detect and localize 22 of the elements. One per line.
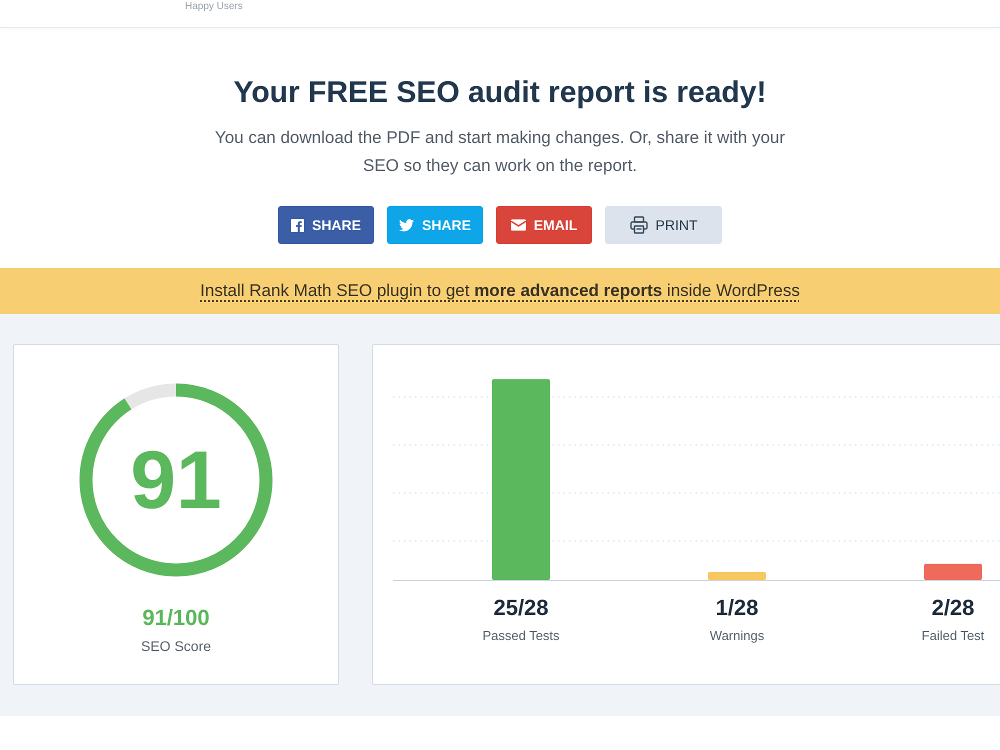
stat-value: 2/28 [932,594,974,622]
stat-label: Warnings [710,627,764,645]
envelope-icon [510,219,526,231]
chart-bar [708,572,766,580]
stat-value: 1/28 [716,594,758,622]
header-tagline: Happy Users [185,1,243,12]
email-button[interactable]: EMAIL [496,206,592,244]
chart-bar [924,564,982,580]
bird-icon [398,218,414,232]
page-subtitle: You can download the PDF and start making changes. Or, share it with your SEO so they can work on the report. [214,127,786,177]
page-title: Your FREE SEO audit report is ready! [234,75,766,111]
stat-value: 25/28 [493,594,549,622]
stat-label: Passed Tests [482,627,560,645]
facebook-icon [290,218,304,232]
printer-icon [630,216,648,234]
promo-link[interactable]: Install Rank Math SEO plugin to get more advanced reports inside WordPress [200,278,800,304]
score-number: 91 [129,434,223,528]
share-button[interactable]: SHARE [278,206,374,244]
score-label: SEO Score [140,637,212,656]
score-value: 91/100 [142,604,210,632]
print-button[interactable]: PRINT [605,206,722,244]
stat-label: Failed Test [922,627,984,645]
